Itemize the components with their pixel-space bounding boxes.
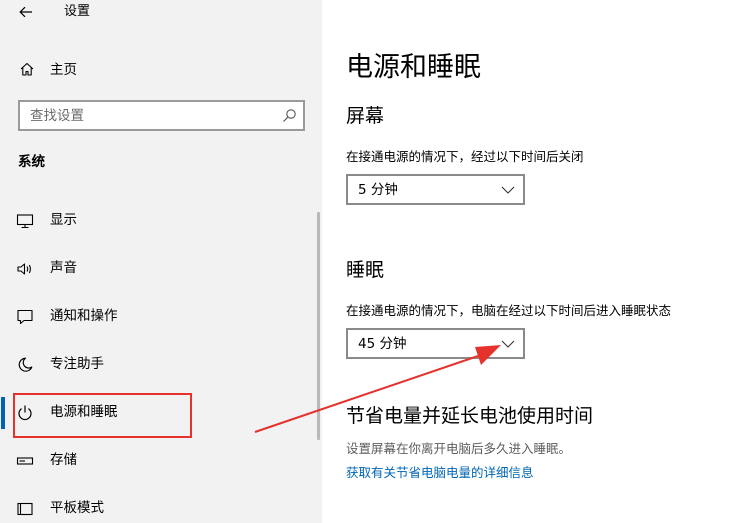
- sidebar-item-label: 声音: [50, 260, 77, 276]
- dropdown-value: 45 分钟: [358, 336, 407, 352]
- screen-heading: 屏幕: [346, 105, 385, 127]
- sidebar-item-storage[interactable]: 存储: [0, 441, 312, 481]
- power-saving-info-link[interactable]: 获取有关节省电脑电量的详细信息: [346, 465, 534, 481]
- storage-icon: [16, 457, 34, 465]
- save-power-description: 设置屏幕在你离开电脑后多久进入睡眠。: [346, 441, 572, 456]
- back-button[interactable]: [14, 1, 38, 23]
- sidebar-item-display[interactable]: 显示: [0, 201, 312, 241]
- main-content: 电源和睡眠 屏幕 在接通电源的情况下，经过以下时间后关闭 5 分钟 睡眠 在接通…: [322, 0, 749, 523]
- display-icon: [16, 214, 34, 229]
- search-input[interactable]: 查找设置: [18, 100, 305, 131]
- notification-icon: [17, 309, 33, 325]
- selection-indicator: [1, 397, 5, 429]
- sidebar-item-sound[interactable]: 声音: [0, 249, 312, 289]
- sidebar-item-focus-assist[interactable]: 专注助手: [0, 345, 312, 385]
- sleep-timeout-dropdown[interactable]: 45 分钟: [346, 328, 525, 359]
- screen-description: 在接通电源的情况下，经过以下时间后关闭: [346, 149, 584, 164]
- sidebar-item-notifications[interactable]: 通知和操作: [0, 297, 312, 337]
- sidebar-item-home[interactable]: 主页: [0, 56, 322, 84]
- tablet-icon: [17, 502, 33, 516]
- dropdown-value: 5 分钟: [358, 182, 398, 198]
- moon-icon: [18, 357, 33, 372]
- sound-icon: [17, 263, 31, 275]
- sidebar-item-label: 主页: [50, 62, 77, 78]
- screen-timeout-dropdown[interactable]: 5 分钟: [346, 174, 525, 205]
- chevron-down-icon: [501, 340, 515, 348]
- search-icon: [283, 109, 296, 122]
- home-icon: [20, 62, 34, 76]
- page-title: 电源和睡眠: [346, 52, 481, 83]
- section-heading-system: 系统: [18, 154, 45, 170]
- sidebar: 设置 主页 查找设置 系统 显示 声音 通知和操作 专注助手 电源和睡眠 存储 …: [0, 0, 322, 523]
- sleep-heading: 睡眠: [346, 259, 385, 281]
- sleep-description: 在接通电源的情况下，电脑在经过以下时间后进入睡眠状态: [346, 303, 672, 318]
- chevron-down-icon: [501, 186, 515, 194]
- app-title: 设置: [64, 4, 91, 19]
- save-power-heading: 节省电量并延长电池使用时间: [346, 405, 594, 427]
- sidebar-item-tablet-mode[interactable]: 平板模式: [0, 489, 312, 523]
- sidebar-item-label: 存储: [50, 452, 77, 468]
- sidebar-item-label: 平板模式: [50, 500, 104, 516]
- sidebar-scrollbar[interactable]: [317, 212, 320, 440]
- sidebar-item-label: 通知和操作: [50, 308, 118, 324]
- annotation-highlight-box: [13, 393, 192, 438]
- back-arrow-icon: [19, 6, 32, 18]
- sidebar-item-label: 专注助手: [50, 356, 104, 372]
- search-placeholder: 查找设置: [30, 108, 84, 124]
- sidebar-item-label: 显示: [50, 212, 77, 228]
